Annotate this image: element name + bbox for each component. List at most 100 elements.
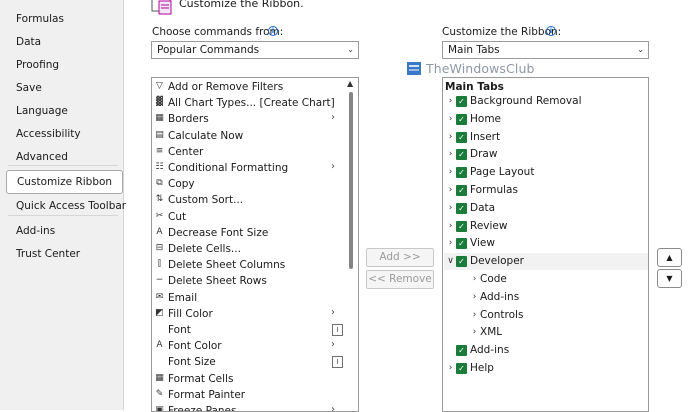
ribbon-tabs-tree[interactable]: Main Tabs › ✓ Background Removal › ✓ Home › ✓ In… [442,77,649,412]
tree-tab-item[interactable]: › ✓ Formulas [444,182,648,199]
tree-tab-item[interactable]: › ✓ Background Removal [444,93,648,110]
tree-tab-item[interactable]: › ✓ Review [444,218,648,235]
command-item[interactable]: ▓ All Chart Types... [Create Chart] [153,95,348,111]
scrollbar-thumb[interactable] [349,92,353,269]
tree-item-label: View [470,237,495,250]
page-heading: Customize the Ribbon. [179,0,304,10]
command-item[interactable]: ✉ Email [153,290,348,306]
checkbox-checked-icon[interactable]: ✓ [456,202,467,214]
expand-chevron-icon[interactable]: › [470,271,479,288]
tree-tab-item[interactable]: ∨ ✓ Developer [444,253,648,271]
command-item[interactable]: ≡ Center [153,144,348,160]
command-item[interactable]: ▽ Add or Remove Filters [153,79,348,95]
checkbox-checked-icon[interactable]: ✓ [456,149,467,161]
scroll-up-icon[interactable]: ▲ [347,79,353,88]
tree-group-item[interactable]: › XML [444,324,648,341]
chevron-down-icon: ⌄ [347,45,354,54]
conditional-formatting-icon: ☷ [155,162,164,172]
command-item[interactable]: ⫿ Delete Sheet Columns [153,257,348,273]
tree-item-label: Insert [470,130,501,143]
tree-item-label: Developer [470,255,525,268]
expand-chevron-icon[interactable]: › [446,164,455,181]
sidebar-item-language[interactable]: Language [16,101,68,121]
move-up-button[interactable]: ▲ [657,248,682,267]
expand-chevron-icon[interactable]: › [446,129,455,146]
expand-chevron-icon[interactable]: › [470,307,479,324]
expand-chevron-icon[interactable]: › [446,200,455,217]
checkbox-checked-icon[interactable]: ✓ [456,185,467,196]
tree-tab-item[interactable]: › ✓ Insert [444,129,648,146]
checkbox-checked-icon[interactable]: ✓ [456,131,467,143]
sidebar-item-save[interactable]: Save [16,78,42,98]
checkbox-checked-icon[interactable]: ✓ [456,345,467,357]
customize-ribbon-dropdown[interactable]: Main Tabs ⌄ [442,41,649,59]
font-color-icon: A [156,340,163,351]
command-item[interactable]: ✎ Format Painter [153,387,348,403]
command-item[interactable]: Font I [153,322,348,338]
command-item[interactable]: ▣ Freeze Panes › [153,403,348,411]
tree-tab-item[interactable]: ✓ Add-ins [444,342,648,359]
command-item[interactable]: ▦ Format Cells [153,371,348,387]
filter-icon: ▽ [156,81,163,91]
choose-commands-dropdown[interactable]: Popular Commands ⌄ [151,41,359,59]
sidebar-item-trust-center[interactable]: Trust Center [16,244,80,264]
tree-tab-item[interactable]: › ✓ Data [444,200,648,217]
checkbox-checked-icon[interactable]: ✓ [456,363,467,374]
command-item[interactable]: ☷ Conditional Formatting › [153,160,348,176]
info-icon[interactable]: i [546,26,556,36]
checkbox-checked-icon[interactable]: ✓ [456,256,467,268]
command-item[interactable]: ⇅ Custom Sort... [153,192,348,208]
command-item[interactable]: ◩ Fill Color › [153,306,348,322]
expand-chevron-icon[interactable]: › [446,218,455,235]
sidebar-item-formulas[interactable]: Formulas [16,9,64,29]
checkbox-checked-icon[interactable]: ✓ [456,96,467,107]
sidebar-item-quick-access-toolbar[interactable]: Quick Access Toolbar [16,196,126,216]
expand-chevron-icon[interactable]: › [446,235,455,252]
command-item[interactable]: ⊟ Delete Cells... [153,241,348,257]
command-item[interactable]: ▤ Calculate Now [153,128,348,144]
command-item[interactable]: ✂ Cut [153,209,348,225]
tree-tab-item[interactable]: › ✓ Page Layout [444,164,648,181]
tree-tab-item[interactable]: › ✓ Help [444,360,648,377]
tree-group-item[interactable]: › Add-ins [444,289,648,306]
choose-commands-label: Choose commands from: [152,26,284,38]
sidebar-item-accessibility[interactable]: Accessibility [16,124,81,144]
expand-chevron-icon[interactable]: › [446,111,455,128]
expand-chevron-icon[interactable]: › [470,324,479,341]
collapse-chevron-icon[interactable]: ∨ [446,253,455,270]
command-item[interactable]: ▦ Borders › [153,111,348,127]
tree-tab-item[interactable]: › ✓ View [444,235,648,252]
tree-group-item[interactable]: › Code [444,271,648,288]
checkbox-checked-icon[interactable]: ✓ [456,113,467,125]
move-down-button[interactable]: ▼ [657,269,682,288]
command-label: Fill Color [168,307,213,320]
expand-chevron-icon[interactable]: › [446,146,455,163]
expand-chevron-icon[interactable]: › [470,289,479,306]
command-item[interactable]: ⧉ Copy [153,176,348,192]
command-item[interactable]: − Delete Sheet Rows [153,273,348,289]
choose-commands-value: Popular Commands [157,44,260,56]
sidebar-item-data[interactable]: Data [16,32,41,52]
checkbox-checked-icon[interactable]: ✓ [456,220,467,232]
tree-tab-item[interactable]: › ✓ Draw [444,146,648,163]
sidebar-item-add-ins[interactable]: Add-ins [16,221,55,241]
info-icon[interactable]: i [268,26,278,36]
sidebar-item-customize-ribbon[interactable]: Customize Ribbon [6,170,123,194]
command-item[interactable]: A Font Color › [153,338,348,354]
commands-list[interactable]: ▽ Add or Remove Filters ▓ All Chart Types..… [151,77,359,412]
tree-group-item[interactable]: › Controls [444,307,648,324]
expand-chevron-icon[interactable]: › [446,93,455,110]
checkbox-checked-icon[interactable]: ✓ [456,238,467,250]
command-item[interactable]: Font Size I [153,354,348,370]
add-button[interactable]: Add >> [366,248,434,267]
command-item[interactable]: A Decrease Font Size [153,225,348,241]
tree-tab-item[interactable]: › ✓ Home [444,111,648,128]
expand-chevron-icon[interactable]: › [446,182,455,199]
expand-chevron-icon[interactable]: › [446,360,455,377]
sidebar-item-advanced[interactable]: Advanced [16,147,68,167]
remove-button[interactable]: << Remove [366,270,434,289]
commands-scrollbar[interactable]: ▲ [345,78,357,411]
checkbox-checked-icon[interactable]: ✓ [456,167,467,179]
sidebar-item-proofing[interactable]: Proofing [16,55,59,75]
command-label: Format Cells [168,372,234,385]
